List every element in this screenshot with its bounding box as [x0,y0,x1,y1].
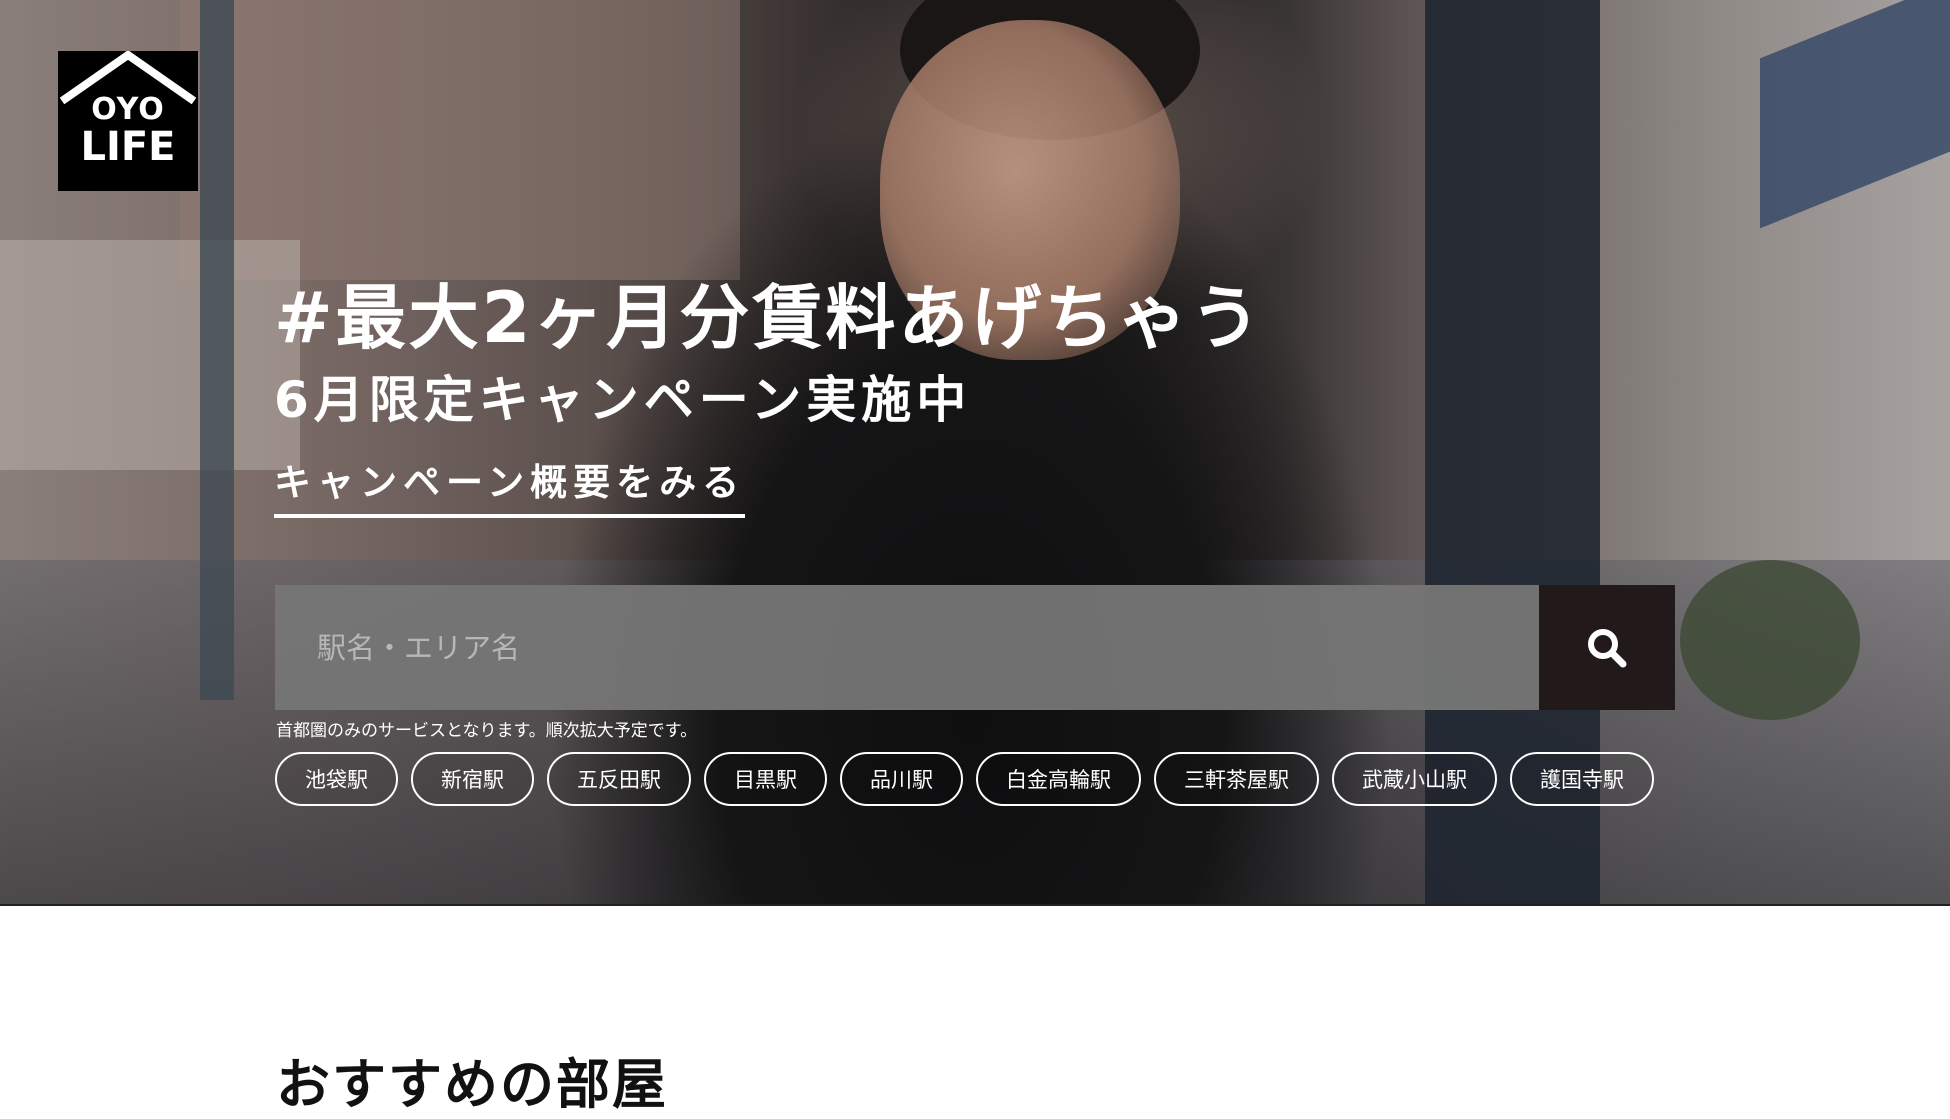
oyo-life-logo[interactable]: OYO LIFE [58,51,198,191]
recommended-rooms-heading: おすすめの部屋 [276,1053,668,1116]
hero-banner: OYO LIFE #最大2ヶ月分賃料あげちゃう 6月限定キャンペーン実施中 キャ… [0,0,1950,906]
popular-stations-list: 池袋駅 新宿駅 五反田駅 目黒駅 品川駅 白金高輪駅 三軒茶屋駅 武蔵小山駅 護… [275,752,1654,806]
service-area-note: 首都圏のみのサービスとなります。順次拡大予定です。 [276,721,698,741]
station-chip[interactable]: 池袋駅 [275,752,398,806]
station-chip[interactable]: 三軒茶屋駅 [1154,752,1319,806]
house-roof-icon [59,51,197,105]
hero-headline: #最大2ヶ月分賃料あげちゃう [274,277,1264,359]
station-area-search-input[interactable] [275,585,1539,710]
search-button[interactable] [1539,585,1675,710]
station-chip[interactable]: 目黒駅 [704,752,827,806]
search-icon [1588,628,1627,667]
campaign-details-link[interactable]: キャンペーン概要をみる [274,452,746,518]
background-shrub [1680,560,1860,720]
station-chip[interactable]: 白金高輪駅 [976,752,1141,806]
background-storefront [0,240,300,470]
hero-subheadline: 6月限定キャンペーン実施中 [274,371,972,429]
station-chip[interactable]: 新宿駅 [411,752,534,806]
station-chip[interactable]: 五反田駅 [547,752,691,806]
background-awning [1760,0,1950,229]
station-chip[interactable]: 護国寺駅 [1510,752,1654,806]
station-chip[interactable]: 武蔵小山駅 [1332,752,1497,806]
station-chip[interactable]: 品川駅 [840,752,963,806]
search-bar [275,585,1675,710]
background-pole [200,0,234,700]
